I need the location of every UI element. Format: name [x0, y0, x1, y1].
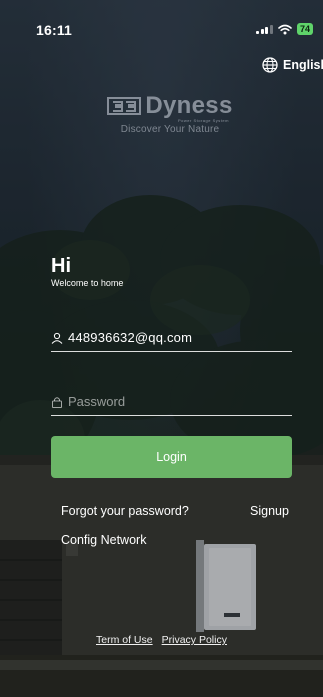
status-time: 16:11	[36, 22, 73, 38]
password-placeholder: Password	[68, 394, 126, 409]
privacy-policy-link[interactable]: Privacy Policy	[162, 634, 227, 646]
battery-icon: 74	[296, 23, 313, 35]
globe-icon	[262, 57, 278, 73]
brand-name: Dyness	[145, 92, 233, 119]
brand-subtitle: Power Storage System	[178, 118, 229, 123]
status-icons: 74	[256, 23, 313, 35]
terms-of-use-link[interactable]: Term of Use	[96, 634, 153, 646]
username-value: 448936632@qq.com	[68, 330, 193, 345]
language-selector[interactable]: English	[262, 52, 323, 76]
password-field[interactable]: Password	[51, 388, 292, 416]
username-field[interactable]: 448936632@qq.com	[51, 324, 292, 352]
signup-link[interactable]: Signup	[250, 504, 289, 518]
config-network-link[interactable]: Config Network	[61, 533, 146, 547]
lock-icon	[52, 396, 62, 408]
login-screen: 16:11 74 English	[0, 0, 323, 697]
brand-tagline: Discover Your Nature	[120, 124, 220, 135]
footer-links: Term of Use Privacy Policy	[96, 634, 227, 646]
cellular-signal-icon	[256, 24, 273, 34]
forgot-password-link[interactable]: Forgot your password?	[61, 504, 189, 518]
brand-logo: Dyness Power Storage System Discover You…	[100, 92, 240, 135]
dyness-logo-icon	[107, 97, 142, 115]
user-icon	[51, 332, 63, 344]
wifi-icon	[278, 24, 292, 34]
language-label: English	[283, 58, 323, 72]
login-button[interactable]: Login	[51, 436, 292, 478]
greeting-subtitle: Welcome to home	[51, 278, 124, 288]
greeting-title: Hi	[51, 255, 71, 277]
